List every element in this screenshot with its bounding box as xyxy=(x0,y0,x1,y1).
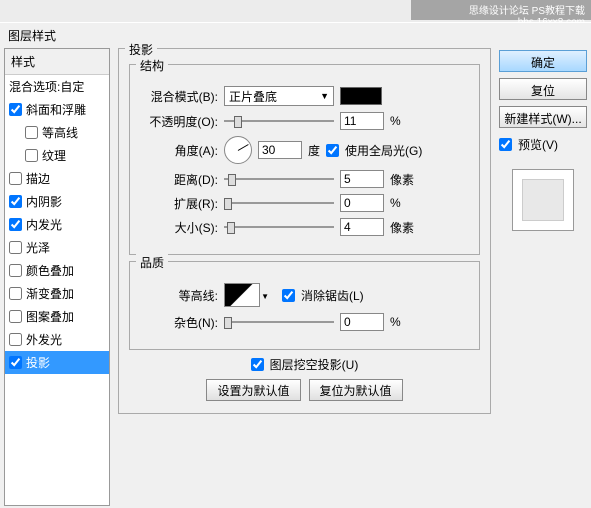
opacity-slider[interactable] xyxy=(224,114,334,128)
contour-picker[interactable]: ▼ xyxy=(224,283,260,307)
sidebar-checkbox[interactable] xyxy=(9,333,22,346)
angle-input[interactable]: 30 xyxy=(258,141,302,159)
dialog-title: 图层样式 xyxy=(0,23,591,48)
size-label: 大小(S): xyxy=(140,219,218,236)
distance-unit: 像素 xyxy=(390,171,420,188)
noise-unit: % xyxy=(390,315,420,329)
angle-unit: 度 xyxy=(308,142,320,159)
sidebar-item-label: 外发光 xyxy=(26,331,62,348)
knockout-label: 图层挖空投影(U) xyxy=(270,356,359,373)
blend-mode-select[interactable]: 正片叠底 ▼ xyxy=(224,86,334,106)
distance-slider[interactable] xyxy=(224,172,334,186)
sidebar-item-label: 等高线 xyxy=(42,124,78,141)
sidebar-item-3[interactable]: 描边 xyxy=(5,167,109,190)
size-input[interactable]: 4 xyxy=(340,218,384,236)
sidebar-item-1[interactable]: 等高线 xyxy=(5,121,109,144)
sidebar-checkbox[interactable] xyxy=(9,241,22,254)
distance-label: 距离(D): xyxy=(140,171,218,188)
reset-default-button[interactable]: 复位为默认值 xyxy=(309,379,403,401)
contour-label: 等高线: xyxy=(140,287,218,304)
opacity-label: 不透明度(O): xyxy=(140,113,218,130)
antialias-checkbox[interactable] xyxy=(282,289,295,302)
blend-mode-label: 混合模式(B): xyxy=(140,88,218,105)
preview-checkbox[interactable] xyxy=(499,138,512,151)
ok-button[interactable]: 确定 xyxy=(499,50,587,72)
sidebar-item-0[interactable]: 斜面和浮雕 xyxy=(5,98,109,121)
sidebar-item-label: 斜面和浮雕 xyxy=(26,101,86,118)
structure-fieldset: 结构 混合模式(B): 正片叠底 ▼ 不透明度 xyxy=(129,64,480,255)
noise-input[interactable]: 0 xyxy=(340,313,384,331)
antialias-label: 消除锯齿(L) xyxy=(301,287,364,304)
sidebar-checkbox[interactable] xyxy=(9,172,22,185)
sidebar-checkbox[interactable] xyxy=(9,195,22,208)
sidebar-item-8[interactable]: 渐变叠加 xyxy=(5,282,109,305)
opacity-unit: % xyxy=(390,114,420,128)
sidebar-item-label: 光泽 xyxy=(26,239,50,256)
distance-input[interactable]: 5 xyxy=(340,170,384,188)
sidebar-checkbox[interactable] xyxy=(9,218,22,231)
reset-button[interactable]: 复位 xyxy=(499,78,587,100)
spread-input[interactable]: 0 xyxy=(340,194,384,212)
global-light-label: 使用全局光(G) xyxy=(345,142,422,159)
angle-dial[interactable] xyxy=(224,136,252,164)
sidebar-item-label: 内发光 xyxy=(26,216,62,233)
sidebar-item-label: 描边 xyxy=(26,170,50,187)
spread-unit: % xyxy=(390,196,420,210)
sidebar-item-2[interactable]: 纹理 xyxy=(5,144,109,167)
sidebar-checkbox[interactable] xyxy=(25,149,38,162)
layer-style-dialog: 图层样式 样式 混合选项:自定 斜面和浮雕等高线纹理描边内阴影内发光光泽颜色叠加… xyxy=(0,22,591,508)
spread-slider[interactable] xyxy=(224,196,334,210)
chevron-down-icon: ▼ xyxy=(320,91,329,101)
quality-fieldset: 品质 等高线: ▼ 消除锯齿(L) 杂色(N): xyxy=(129,261,480,350)
main-panel: 投影 结构 混合模式(B): 正片叠底 ▼ xyxy=(118,48,491,506)
knockout-checkbox[interactable] xyxy=(251,358,264,371)
right-column: 确定 复位 新建样式(W)... 预览(V) xyxy=(499,48,587,506)
preview-swatch xyxy=(512,169,574,231)
size-unit: 像素 xyxy=(390,219,420,236)
spread-label: 扩展(R): xyxy=(140,195,218,212)
angle-label: 角度(A): xyxy=(140,142,218,159)
sidebar-item-label: 混合选项:自定 xyxy=(9,78,84,95)
noise-slider[interactable] xyxy=(224,315,334,329)
sidebar-item-10[interactable]: 外发光 xyxy=(5,328,109,351)
sidebar-item-9[interactable]: 图案叠加 xyxy=(5,305,109,328)
section-fieldset: 投影 结构 混合模式(B): 正片叠底 ▼ xyxy=(118,48,491,414)
sidebar-header[interactable]: 样式 xyxy=(5,49,109,75)
sidebar-item-7[interactable]: 颜色叠加 xyxy=(5,259,109,282)
sidebar-item-label: 颜色叠加 xyxy=(26,262,74,279)
section-title: 投影 xyxy=(125,41,157,58)
sidebar-item-4[interactable]: 内阴影 xyxy=(5,190,109,213)
sidebar-item-11[interactable]: 投影 xyxy=(5,351,109,374)
noise-label: 杂色(N): xyxy=(140,314,218,331)
sidebar-item-label: 图案叠加 xyxy=(26,308,74,325)
watermark-text: 思缘设计论坛 PS教程下载 bbs.16xx8.com xyxy=(411,0,591,20)
size-slider[interactable] xyxy=(224,220,334,234)
preview-label: 预览(V) xyxy=(518,136,558,153)
opacity-input[interactable]: 11 xyxy=(340,112,384,130)
new-style-button[interactable]: 新建样式(W)... xyxy=(499,106,587,128)
sidebar-item-label: 投影 xyxy=(26,354,50,371)
shadow-color-swatch[interactable] xyxy=(340,87,382,105)
sidebar-item-5[interactable]: 内发光 xyxy=(5,213,109,236)
sidebar-item-6[interactable]: 光泽 xyxy=(5,236,109,259)
sidebar-checkbox[interactable] xyxy=(9,310,22,323)
make-default-button[interactable]: 设置为默认值 xyxy=(206,379,300,401)
sidebar-item-label: 渐变叠加 xyxy=(26,285,74,302)
sidebar-item-label: 纹理 xyxy=(42,147,66,164)
sidebar-checkbox[interactable] xyxy=(25,126,38,139)
sidebar-checkbox[interactable] xyxy=(9,103,22,116)
chevron-down-icon: ▼ xyxy=(261,292,269,301)
structure-title: 结构 xyxy=(136,57,168,74)
quality-title: 品质 xyxy=(136,254,168,271)
sidebar-checkbox[interactable] xyxy=(9,287,22,300)
styles-sidebar: 样式 混合选项:自定 斜面和浮雕等高线纹理描边内阴影内发光光泽颜色叠加渐变叠加图… xyxy=(4,48,110,506)
sidebar-checkbox[interactable] xyxy=(9,356,22,369)
sidebar-blend-options[interactable]: 混合选项:自定 xyxy=(5,75,109,98)
sidebar-checkbox[interactable] xyxy=(9,264,22,277)
global-light-checkbox[interactable] xyxy=(326,144,339,157)
sidebar-item-label: 内阴影 xyxy=(26,193,62,210)
blend-mode-value: 正片叠底 xyxy=(229,88,277,105)
